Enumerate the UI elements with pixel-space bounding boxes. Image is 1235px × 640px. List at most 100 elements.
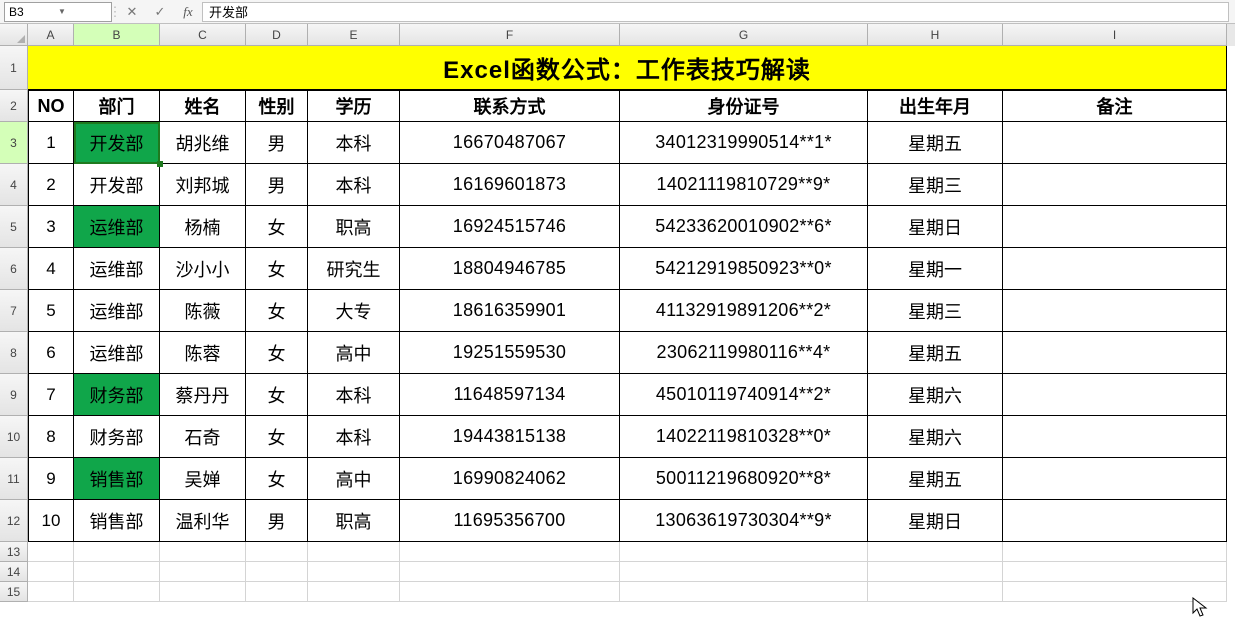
cell-name[interactable]: 陈蓉 xyxy=(160,332,246,374)
cell-gender[interactable]: 男 xyxy=(246,164,308,206)
cell-edu[interactable]: 本科 xyxy=(308,122,400,164)
grid[interactable]: 1Excel函数公式：工作表技巧解读2NO部门姓名性别学历联系方式身份证号出生年… xyxy=(0,46,1235,602)
cell-idnum[interactable]: 45010119740914**2* xyxy=(620,374,868,416)
col-header-I[interactable]: I xyxy=(1003,24,1227,46)
cell-dept[interactable]: 财务部 xyxy=(74,374,160,416)
cancel-icon[interactable]: ✕ xyxy=(118,2,146,22)
cell-birth[interactable]: 星期五 xyxy=(868,458,1003,500)
cell-contact[interactable]: 16169601873 xyxy=(400,164,620,206)
row-header-5[interactable]: 5 xyxy=(0,206,28,248)
cell-contact[interactable]: 11695356700 xyxy=(400,500,620,542)
header-dept[interactable]: 部门 xyxy=(74,90,160,122)
cell-idnum[interactable]: 50011219680920**8* xyxy=(620,458,868,500)
cell-no[interactable]: 8 xyxy=(28,416,74,458)
cell-remark[interactable] xyxy=(1003,458,1227,500)
cell-name[interactable]: 沙小小 xyxy=(160,248,246,290)
cell-gender[interactable]: 女 xyxy=(246,290,308,332)
cell-edu[interactable]: 高中 xyxy=(308,332,400,374)
cell-name[interactable]: 蔡丹丹 xyxy=(160,374,246,416)
cell-idnum[interactable]: 14022119810328**0* xyxy=(620,416,868,458)
cell-no[interactable]: 7 xyxy=(28,374,74,416)
cell-contact[interactable]: 19251559530 xyxy=(400,332,620,374)
empty-cell[interactable] xyxy=(620,562,868,582)
empty-cell[interactable] xyxy=(620,582,868,602)
row-header-14[interactable]: 14 xyxy=(0,562,28,582)
cell-gender[interactable]: 女 xyxy=(246,416,308,458)
cell-edu[interactable]: 大专 xyxy=(308,290,400,332)
cell-edu[interactable]: 高中 xyxy=(308,458,400,500)
cell-contact[interactable]: 18616359901 xyxy=(400,290,620,332)
empty-cell[interactable] xyxy=(868,582,1003,602)
formula-input[interactable]: 开发部 xyxy=(202,2,1229,22)
cell-name[interactable]: 陈薇 xyxy=(160,290,246,332)
cell-no[interactable]: 1 xyxy=(28,122,74,164)
cell-birth[interactable]: 星期一 xyxy=(868,248,1003,290)
cell-dept[interactable]: 销售部 xyxy=(74,458,160,500)
cell-no[interactable]: 4 xyxy=(28,248,74,290)
col-header-D[interactable]: D xyxy=(246,24,308,46)
cell-dept[interactable]: 运维部 xyxy=(74,248,160,290)
empty-cell[interactable] xyxy=(246,582,308,602)
empty-cell[interactable] xyxy=(28,562,74,582)
cell-contact[interactable]: 16990824062 xyxy=(400,458,620,500)
cell-edu[interactable]: 职高 xyxy=(308,500,400,542)
cell-name[interactable]: 石奇 xyxy=(160,416,246,458)
empty-cell[interactable] xyxy=(308,542,400,562)
cell-gender[interactable]: 男 xyxy=(246,122,308,164)
row-header-3[interactable]: 3 xyxy=(0,122,28,164)
cell-dept[interactable]: 运维部 xyxy=(74,290,160,332)
cell-birth[interactable]: 星期五 xyxy=(868,122,1003,164)
cell-contact[interactable]: 18804946785 xyxy=(400,248,620,290)
row-header-15[interactable]: 15 xyxy=(0,582,28,602)
empty-cell[interactable] xyxy=(74,562,160,582)
cell-dept[interactable]: 销售部 xyxy=(74,500,160,542)
empty-cell[interactable] xyxy=(246,562,308,582)
row-header-10[interactable]: 10 xyxy=(0,416,28,458)
cell-birth[interactable]: 星期五 xyxy=(868,332,1003,374)
header-gender[interactable]: 性别 xyxy=(246,90,308,122)
col-header-C[interactable]: C xyxy=(160,24,246,46)
col-header-G[interactable]: G xyxy=(620,24,868,46)
cell-contact[interactable]: 19443815138 xyxy=(400,416,620,458)
empty-cell[interactable] xyxy=(308,582,400,602)
cell-no[interactable]: 9 xyxy=(28,458,74,500)
cell-edu[interactable]: 本科 xyxy=(308,416,400,458)
header-birth[interactable]: 出生年月 xyxy=(868,90,1003,122)
cell-gender[interactable]: 男 xyxy=(246,500,308,542)
cell-idnum[interactable]: 41132919891206**2* xyxy=(620,290,868,332)
cell-name[interactable]: 吴婵 xyxy=(160,458,246,500)
empty-cell[interactable] xyxy=(160,582,246,602)
cell-contact[interactable]: 16670487067 xyxy=(400,122,620,164)
name-box[interactable]: B3 ▼ xyxy=(4,2,112,22)
cell-birth[interactable]: 星期三 xyxy=(868,290,1003,332)
cell-dept[interactable]: 开发部 xyxy=(74,122,160,164)
col-header-H[interactable]: H xyxy=(868,24,1003,46)
row-header-8[interactable]: 8 xyxy=(0,332,28,374)
row-header-2[interactable]: 2 xyxy=(0,90,28,122)
cell-idnum[interactable]: 23062119980116**4* xyxy=(620,332,868,374)
cell-gender[interactable]: 女 xyxy=(246,374,308,416)
empty-cell[interactable] xyxy=(74,542,160,562)
cell-idnum[interactable]: 54233620010902**6* xyxy=(620,206,868,248)
cell-dept[interactable]: 运维部 xyxy=(74,206,160,248)
cell-edu[interactable]: 本科 xyxy=(308,374,400,416)
empty-cell[interactable] xyxy=(620,542,868,562)
sheet-title[interactable]: Excel函数公式：工作表技巧解读 xyxy=(28,46,1227,90)
cell-remark[interactable] xyxy=(1003,248,1227,290)
empty-cell[interactable] xyxy=(28,582,74,602)
cell-idnum[interactable]: 54212919850923**0* xyxy=(620,248,868,290)
col-header-A[interactable]: A xyxy=(28,24,74,46)
confirm-icon[interactable]: ✓ xyxy=(146,2,174,22)
row-header-11[interactable]: 11 xyxy=(0,458,28,500)
header-remark[interactable]: 备注 xyxy=(1003,90,1227,122)
row-header-7[interactable]: 7 xyxy=(0,290,28,332)
row-header-12[interactable]: 12 xyxy=(0,500,28,542)
cell-birth[interactable]: 星期六 xyxy=(868,374,1003,416)
row-header-1[interactable]: 1 xyxy=(0,46,28,90)
empty-cell[interactable] xyxy=(1003,562,1227,582)
empty-cell[interactable] xyxy=(400,582,620,602)
row-header-13[interactable]: 13 xyxy=(0,542,28,562)
cell-no[interactable]: 3 xyxy=(28,206,74,248)
row-header-4[interactable]: 4 xyxy=(0,164,28,206)
cell-remark[interactable] xyxy=(1003,164,1227,206)
